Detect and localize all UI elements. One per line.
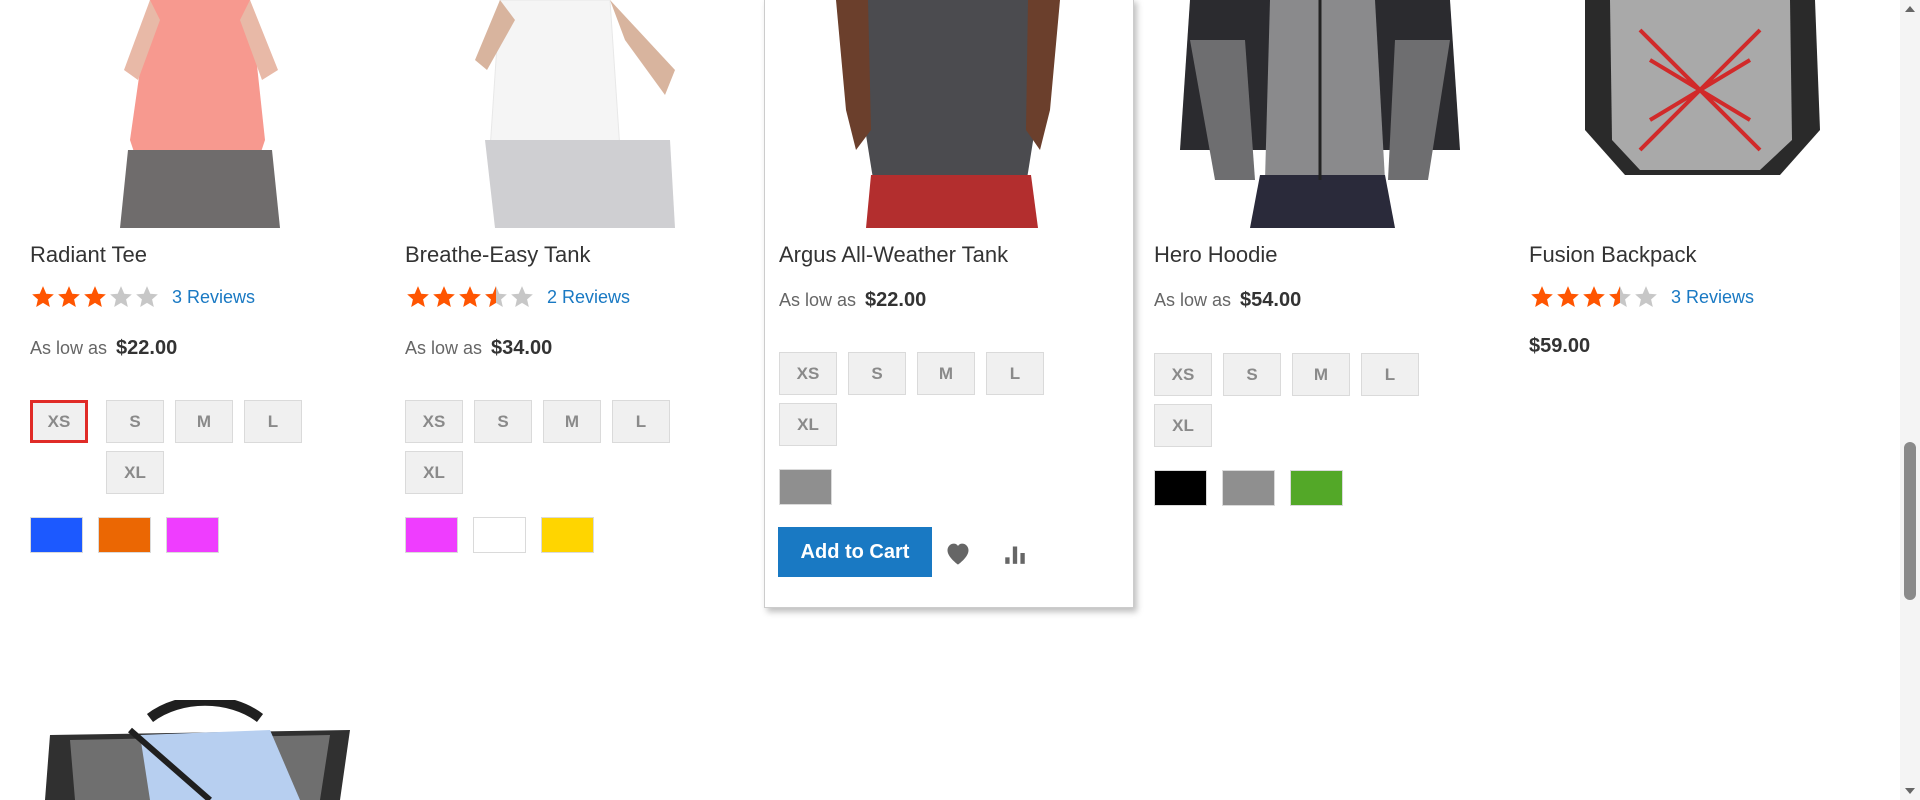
star-icon [32, 286, 54, 307]
color-swatch-orange[interactable] [98, 517, 151, 553]
rating-stars [30, 284, 160, 310]
size-option-s[interactable]: S [474, 400, 532, 443]
color-swatch-purple[interactable] [166, 517, 219, 553]
star-icon [1583, 286, 1605, 307]
rating-stars [1529, 284, 1659, 310]
bar-chart-icon[interactable] [999, 537, 1031, 569]
price-value: $34.00 [491, 337, 553, 359]
size-option-m[interactable]: M [543, 400, 601, 443]
color-swatch-yellow[interactable] [541, 517, 594, 553]
star-icon [110, 286, 132, 307]
color-options [30, 517, 234, 553]
product-image[interactable] [1530, 0, 1870, 228]
size-option-xl[interactable]: XL [106, 451, 164, 494]
star-icon [1557, 286, 1579, 307]
star-icon [407, 286, 429, 307]
star-half-icon [485, 286, 507, 307]
size-option-xl[interactable]: XL [405, 451, 463, 494]
product-name[interactable]: Breathe-Easy Tank [405, 242, 590, 268]
color-swatch-gray[interactable] [779, 469, 832, 505]
product-price: As low as $22.00 [779, 289, 926, 312]
heart-icon[interactable] [942, 537, 974, 569]
price-prefix: As low as [30, 338, 108, 358]
scroll-up-arrow[interactable] [1905, 6, 1915, 12]
product-image[interactable] [0, 0, 340, 228]
page-scrollbar[interactable] [1900, 0, 1920, 800]
product-price: As low as $34.00 [405, 337, 552, 360]
price-prefix: As low as [779, 290, 857, 310]
scroll-down-arrow[interactable] [1905, 788, 1915, 794]
reviews-link[interactable]: 3 Reviews [1671, 287, 1754, 308]
product-image[interactable] [375, 0, 715, 228]
size-option-xl[interactable]: XL [779, 403, 837, 446]
star-icon [511, 286, 533, 307]
product-rating: 3 Reviews [1529, 284, 1754, 310]
star-icon [1635, 286, 1657, 307]
reviews-link[interactable]: 3 Reviews [172, 287, 255, 308]
product-price: As low as $22.00 [30, 337, 177, 360]
product-name[interactable]: Radiant Tee [30, 242, 147, 268]
product-grid: Radiant Tee 3 Reviews As low as $22.00 X… [0, 0, 1900, 800]
price-prefix: As low as [1154, 290, 1232, 310]
star-icon [459, 286, 481, 307]
size-option-m[interactable]: M [1292, 353, 1350, 396]
size-option-s[interactable]: S [106, 400, 164, 443]
size-option-xs[interactable]: XS [1154, 353, 1212, 396]
color-options [779, 469, 847, 505]
size-option-l[interactable]: L [244, 400, 302, 443]
product-name[interactable]: Fusion Backpack [1529, 242, 1697, 268]
product-name[interactable]: Argus All-Weather Tank [779, 242, 1008, 268]
color-swatch-white[interactable] [473, 517, 526, 553]
size-option-l[interactable]: L [612, 400, 670, 443]
size-option-xs[interactable]: XS [405, 400, 463, 443]
size-option-l[interactable]: L [1361, 353, 1419, 396]
price-value: $22.00 [116, 337, 178, 359]
price-value: $22.00 [865, 289, 927, 311]
size-option-xs[interactable]: XS [30, 400, 88, 443]
product-image[interactable] [30, 700, 370, 800]
product-price: $59.00 [1529, 335, 1591, 357]
price-prefix: As low as [405, 338, 483, 358]
color-swatch-gray[interactable] [1222, 470, 1275, 506]
price-value: $54.00 [1240, 289, 1302, 311]
product-name[interactable]: Hero Hoodie [1154, 242, 1278, 268]
rating-stars [405, 284, 535, 310]
size-option-l[interactable]: L [986, 352, 1044, 395]
star-icon [84, 286, 106, 307]
size-option-xl[interactable]: XL [1154, 404, 1212, 447]
reviews-link[interactable]: 2 Reviews [547, 287, 630, 308]
product-image[interactable] [1150, 0, 1490, 228]
star-icon [1531, 286, 1553, 307]
add-to-cart-button[interactable]: Add to Cart [778, 527, 932, 577]
size-option-m[interactable]: M [175, 400, 233, 443]
star-half-icon [1609, 286, 1631, 307]
product-image[interactable] [776, 0, 1120, 228]
size-option-m[interactable]: M [917, 352, 975, 395]
size-option-s[interactable]: S [848, 352, 906, 395]
product-rating: 3 Reviews [30, 284, 255, 310]
color-options [1154, 470, 1358, 506]
product-price: As low as $54.00 [1154, 289, 1301, 312]
product-rating: 2 Reviews [405, 284, 630, 310]
color-swatch-green[interactable] [1290, 470, 1343, 506]
scroll-thumb[interactable] [1904, 442, 1916, 600]
star-icon [433, 286, 455, 307]
size-option-xs[interactable]: XS [779, 352, 837, 395]
star-icon [58, 286, 80, 307]
size-option-s[interactable]: S [1223, 353, 1281, 396]
color-swatch-purple[interactable] [405, 517, 458, 553]
color-swatch-blue[interactable] [30, 517, 83, 553]
star-icon [136, 286, 158, 307]
color-swatch-black[interactable] [1154, 470, 1207, 506]
color-options [405, 517, 609, 553]
